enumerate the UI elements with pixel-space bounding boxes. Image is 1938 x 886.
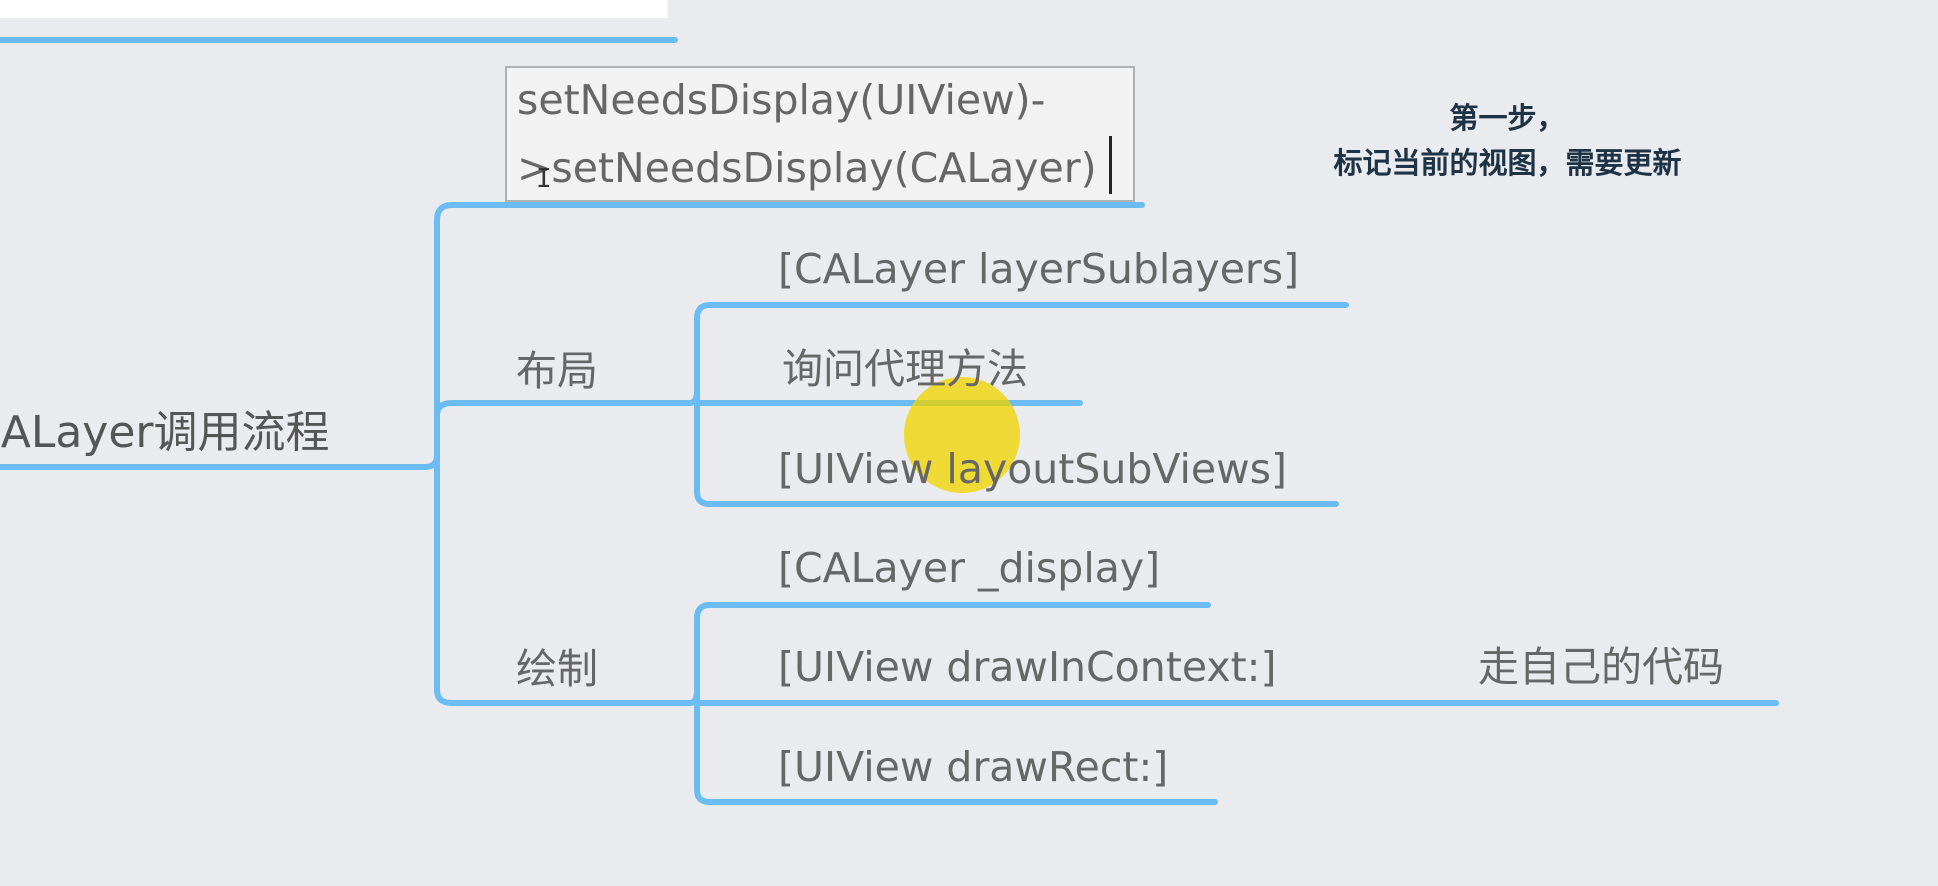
ibeam-cursor-icon: I [536,164,552,194]
text-cursor [1109,136,1112,194]
annotation-line-2: 标记当前的视图，需要更新 [1333,146,1682,180]
root-to-layout-connector [434,400,693,418]
node-own-code[interactable]: 走自己的代码 [1478,642,1724,692]
editing-node-box[interactable]: setNeedsDisplay(UIView)- >setNeedsDispla… [505,66,1135,202]
node-draw[interactable]: 绘制 [516,644,598,694]
node-ask-delegate[interactable]: 询问代理方法 [782,344,1028,394]
annotation-note: 第一步， 标记当前的视图，需要更新 [1245,96,1770,186]
node-uiview-drawincontext[interactable]: [UIView drawInContext:] [778,642,1276,692]
annotation-line-1: 第一步， [1449,101,1566,135]
editing-node-line-1: setNeedsDisplay(UIView)- [517,76,1046,124]
node-calayer-layersublayers[interactable]: [CALayer layerSublayers] [778,244,1299,294]
editing-node-line-2: >setNeedsDisplay(CALayer) [517,144,1097,192]
root-node[interactable]: CALayer调用流程 [0,408,330,458]
node-uiview-layoutsubviews[interactable]: [UIView layoutSubViews] [778,444,1287,494]
node-calayer-display[interactable]: [CALayer _display] [778,543,1160,593]
node-layout[interactable]: 布局 [516,346,598,396]
node-uiview-drawrect[interactable]: [UIView drawRect:] [778,742,1168,792]
